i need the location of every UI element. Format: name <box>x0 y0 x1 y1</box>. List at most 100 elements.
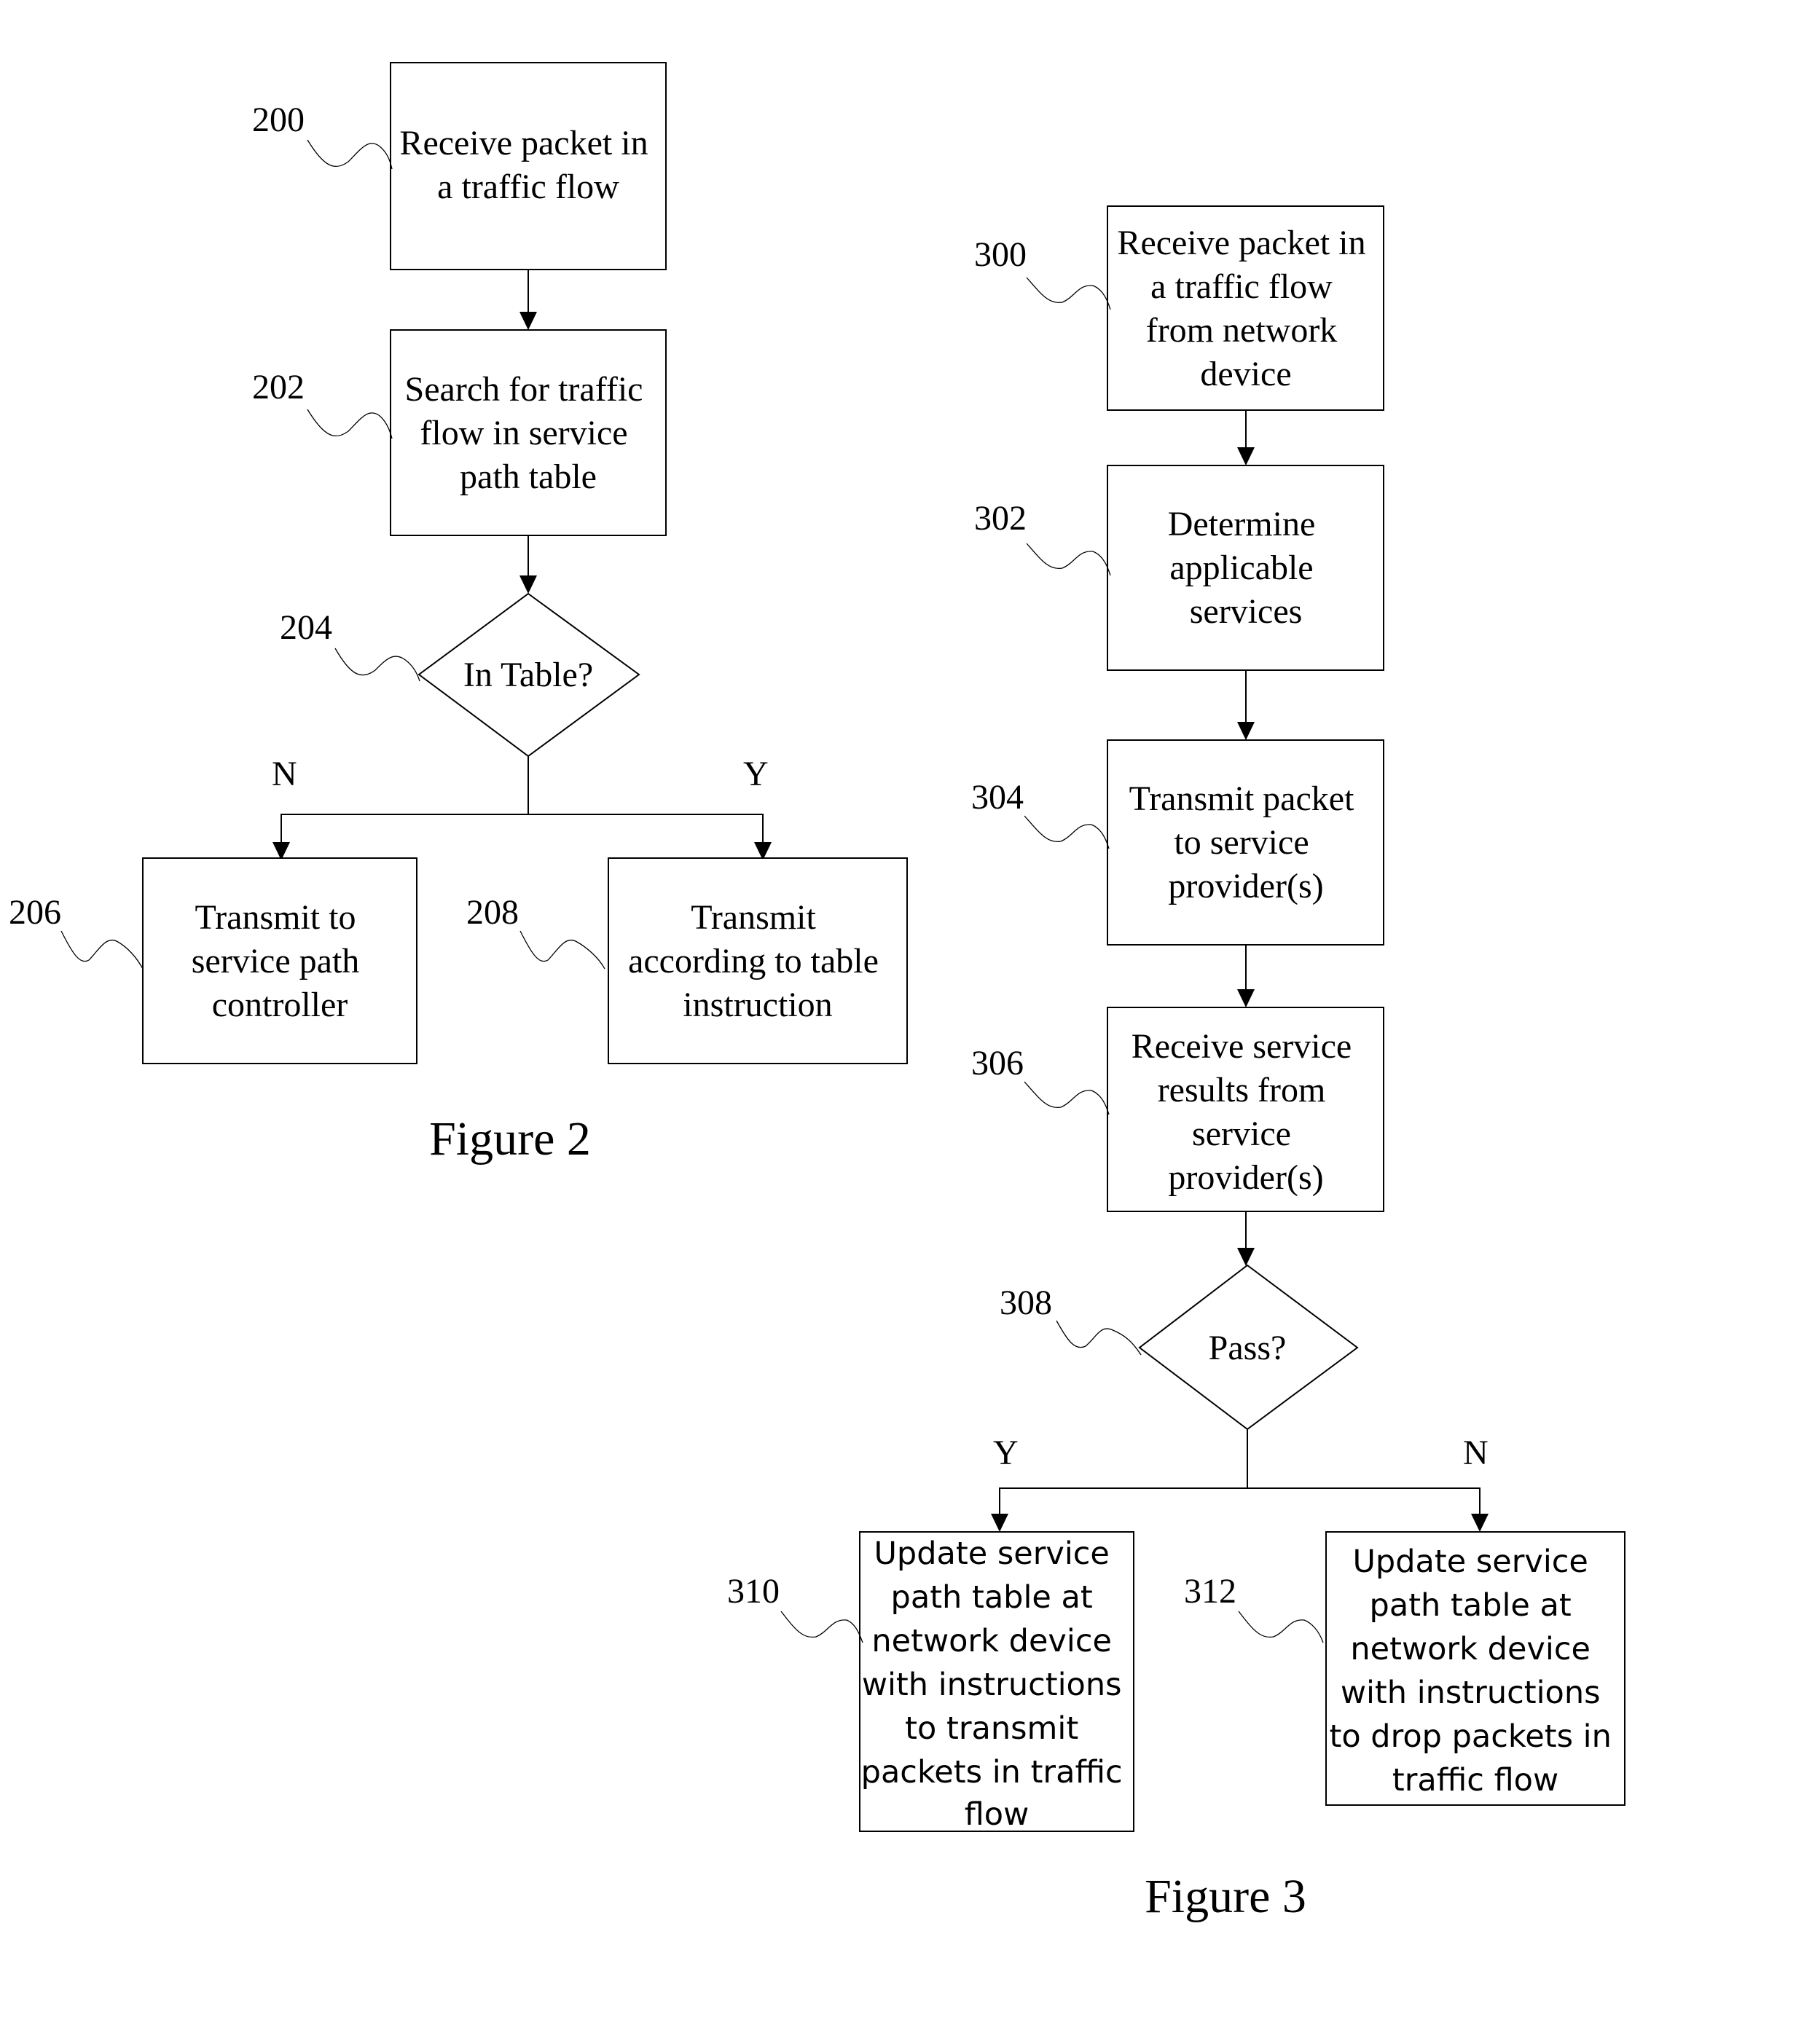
text-line: with instructions <box>1341 1675 1601 1711</box>
text-line: from network <box>1146 311 1338 350</box>
text-line: a traffic flow <box>437 168 619 206</box>
arrowhead-icon <box>1471 1514 1489 1532</box>
text-line: according to table <box>628 942 879 980</box>
text-line: network device <box>871 1623 1112 1659</box>
leader-line-208 <box>519 930 605 970</box>
leader-line-204 <box>334 648 420 682</box>
step-302-text: Determine applicable services <box>1168 505 1325 631</box>
text-line: path table <box>460 457 597 496</box>
text-line: Update service <box>1352 1544 1588 1580</box>
text-line: Receive packet in <box>1117 224 1365 262</box>
connector-branch-yes <box>999 1487 1247 1530</box>
step-204: In Table? 204 <box>280 592 640 758</box>
text-line: device <box>1200 355 1291 393</box>
step-200: Receive packet in a traffic flow 200 <box>252 62 667 270</box>
arrowhead-icon <box>991 1514 1008 1532</box>
figure-3-caption: Figure 3 <box>1145 1870 1306 1923</box>
step-206: Transmit to service path controller 206 <box>9 857 417 1064</box>
arrowhead-icon <box>519 575 537 594</box>
reference-numeral-302: 302 <box>974 499 1027 538</box>
text-line: results from <box>1158 1071 1326 1109</box>
figure-2: Receive packet in a traffic flow 200 Sea… <box>9 62 908 1166</box>
leader-line-308 <box>1056 1320 1142 1356</box>
leader-line-312 <box>1238 1611 1324 1643</box>
decision-question-204: In Table? <box>463 656 593 694</box>
arrowhead-icon <box>1237 722 1255 740</box>
text-line: Transmit packet <box>1129 779 1355 818</box>
text-line: flow <box>965 1796 1030 1833</box>
text-line: applicable <box>1169 549 1313 587</box>
reference-numeral-306: 306 <box>971 1044 1024 1082</box>
text-line: a traffic flow <box>1150 267 1333 306</box>
text-line: Transmit <box>691 898 816 937</box>
leader-line-202 <box>307 409 393 439</box>
branch-label-no: N <box>1463 1434 1489 1472</box>
leader-line-302 <box>1026 543 1111 576</box>
arrowhead-icon <box>1237 989 1255 1007</box>
branch-label-yes: Y <box>743 755 769 793</box>
text-line: to drop packets in <box>1329 1718 1611 1755</box>
step-202: Search for traffic flow in service path … <box>252 329 667 536</box>
branch-label-no: N <box>272 755 297 793</box>
branch-label-yes: Y <box>993 1434 1019 1472</box>
step-300: Receive packet in a traffic flow from ne… <box>974 205 1384 411</box>
text-line: service path <box>192 942 360 980</box>
text-line: to service <box>1174 823 1309 862</box>
step-310: Update service path table at network dev… <box>727 1531 1134 1833</box>
step-306: Receive service results from service pro… <box>971 1007 1384 1212</box>
process-box-200 <box>390 62 667 270</box>
text-line: network device <box>1350 1631 1591 1667</box>
text-line: provider(s) <box>1168 1158 1323 1197</box>
reference-numeral-204: 204 <box>280 608 332 647</box>
text-line: Receive packet in <box>399 124 648 162</box>
arrowhead-icon <box>1237 1248 1255 1266</box>
text-line: traffic flow <box>1392 1762 1558 1799</box>
reference-numeral-308: 308 <box>1000 1284 1052 1322</box>
text-line: with instructions <box>862 1667 1122 1703</box>
text-line: controller <box>212 986 348 1024</box>
patent-flowcharts: Receive packet in a traffic flow 200 Sea… <box>9 62 1625 1923</box>
reference-numeral-208: 208 <box>466 893 519 932</box>
text-line: Determine <box>1168 505 1316 543</box>
text-line: to transmit <box>905 1710 1078 1747</box>
text-line: Transmit to <box>195 898 356 937</box>
step-206-text: Transmit to service path controller <box>192 898 369 1024</box>
text-line: Search for traffic <box>405 370 643 409</box>
leader-line-206 <box>60 930 144 970</box>
step-304: Transmit packet to service provider(s) 3… <box>971 739 1384 946</box>
arrowhead-icon <box>519 312 537 330</box>
text-line: Receive service <box>1132 1027 1352 1066</box>
step-308: Pass? 308 <box>1000 1264 1359 1431</box>
reference-numeral-312: 312 <box>1184 1572 1236 1611</box>
text-line: packets in traffic <box>861 1754 1123 1791</box>
connector-branch-yes <box>528 814 764 858</box>
step-302: Determine applicable services 302 <box>974 465 1384 671</box>
reference-numeral-206: 206 <box>9 893 61 932</box>
text-line: path table at <box>1370 1587 1572 1624</box>
text-line: flow in service <box>420 414 627 452</box>
text-line: Update service <box>874 1536 1109 1572</box>
leader-line-200 <box>307 139 393 170</box>
reference-numeral-200: 200 <box>252 101 305 139</box>
reference-numeral-310: 310 <box>727 1572 780 1611</box>
text-line: instruction <box>683 986 832 1024</box>
decision-question-308: Pass? <box>1209 1329 1287 1367</box>
step-310-text: Update service path table at network dev… <box>861 1536 1133 1833</box>
text-line: path table at <box>891 1579 1093 1616</box>
step-312: Update service path table at network dev… <box>1184 1531 1625 1806</box>
leader-line-306 <box>1024 1081 1110 1115</box>
connector-branch-no <box>1247 1487 1481 1530</box>
reference-numeral-202: 202 <box>252 368 305 406</box>
arrowhead-icon <box>1237 447 1255 465</box>
text-line: provider(s) <box>1168 867 1323 905</box>
figure-2-caption: Figure 2 <box>429 1112 591 1166</box>
connector-branch-no <box>281 814 528 858</box>
leader-line-300 <box>1026 277 1111 310</box>
step-208: Transmit according to table instruction … <box>466 857 908 1064</box>
leader-line-310 <box>780 1611 863 1643</box>
text-line: services <box>1190 592 1303 631</box>
reference-numeral-304: 304 <box>971 778 1024 817</box>
figure-3: Receive packet in a traffic flow from ne… <box>727 205 1625 1923</box>
reference-numeral-300: 300 <box>974 235 1027 274</box>
leader-line-304 <box>1024 815 1110 849</box>
